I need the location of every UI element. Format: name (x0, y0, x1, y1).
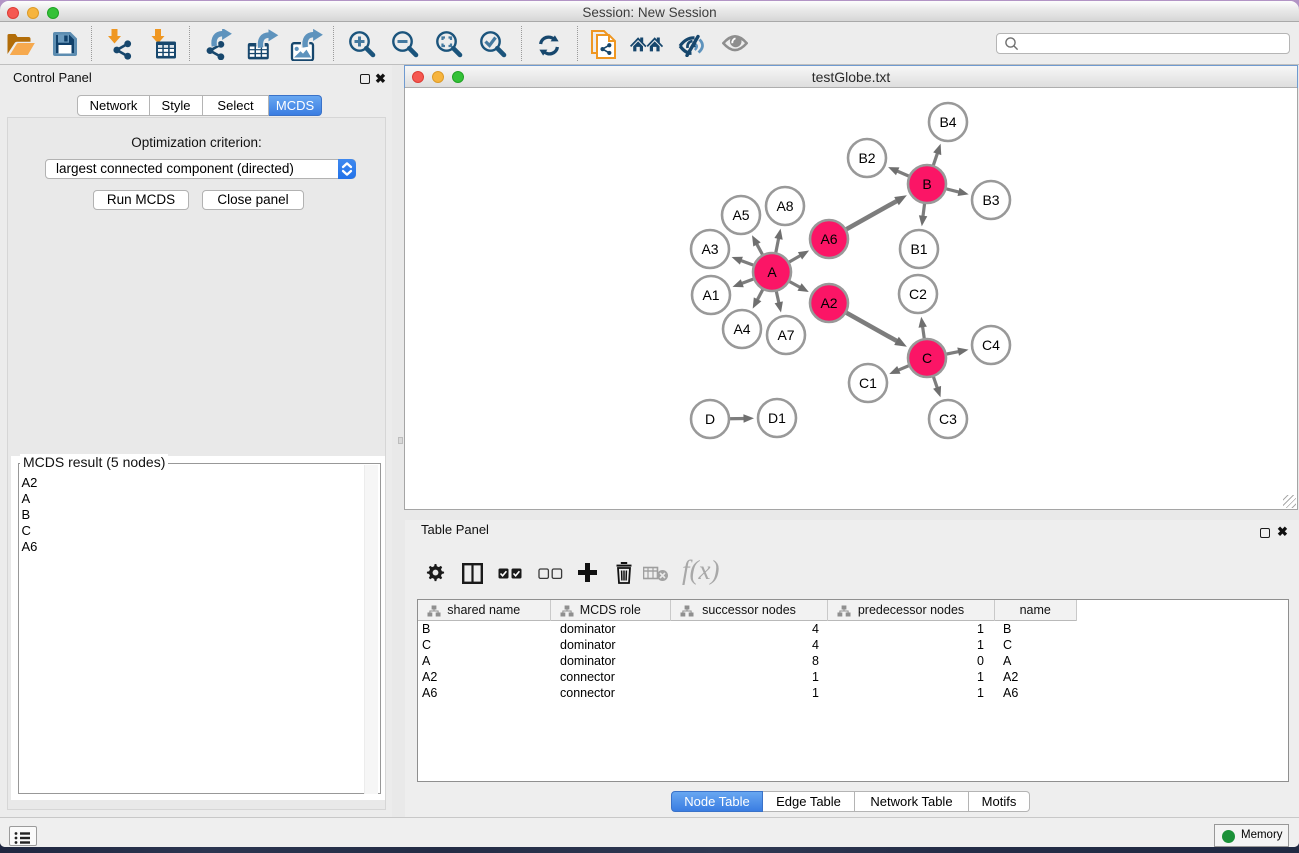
svg-text:A5: A5 (732, 207, 749, 223)
svg-text:C4: C4 (982, 337, 1000, 353)
svg-text:B4: B4 (939, 114, 956, 130)
svg-text:B: B (922, 176, 931, 192)
svg-text:A2: A2 (820, 295, 837, 311)
svg-text:A8: A8 (776, 198, 793, 214)
svg-text:A1: A1 (702, 287, 719, 303)
svg-text:A3: A3 (701, 241, 718, 257)
svg-text:B3: B3 (982, 192, 999, 208)
svg-text:A6: A6 (820, 231, 837, 247)
svg-text:C3: C3 (939, 411, 957, 427)
svg-text:C2: C2 (909, 286, 927, 302)
svg-text:A4: A4 (733, 321, 750, 337)
svg-text:B1: B1 (910, 241, 927, 257)
svg-text:C: C (922, 350, 932, 366)
svg-text:A: A (767, 264, 777, 280)
svg-text:D1: D1 (768, 410, 786, 426)
svg-text:A7: A7 (777, 327, 794, 343)
svg-text:C1: C1 (859, 375, 877, 391)
svg-text:D: D (705, 411, 715, 427)
svg-text:f(x): f(x) (682, 558, 719, 585)
svg-text:B2: B2 (858, 150, 875, 166)
